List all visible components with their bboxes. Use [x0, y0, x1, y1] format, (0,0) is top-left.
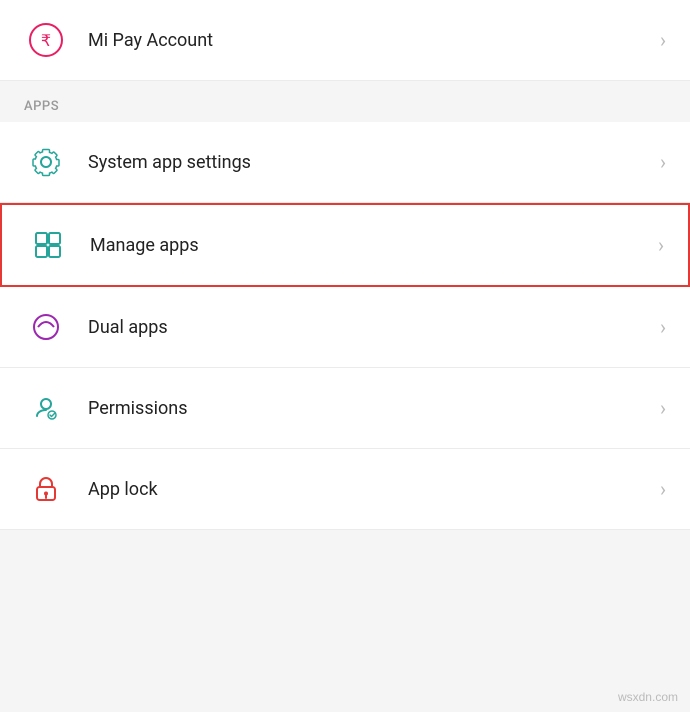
mi-pay-account-item[interactable]: ₹ Mi Pay Account › — [0, 0, 690, 81]
permissions-label: Permissions — [88, 398, 652, 419]
chevron-right-icon: › — [660, 28, 666, 52]
chevron-right-icon: › — [660, 150, 666, 174]
gear-icon — [24, 140, 68, 184]
chevron-right-icon: › — [660, 477, 666, 501]
permissions-icon — [24, 386, 68, 430]
system-app-settings-item[interactable]: System app settings › — [0, 122, 690, 203]
svg-text:₹: ₹ — [41, 33, 51, 50]
system-app-settings-label: System app settings — [88, 152, 652, 173]
chevron-right-icon: › — [660, 315, 666, 339]
watermark: wsxdn.com — [618, 690, 678, 704]
dual-apps-item[interactable]: Dual apps › — [0, 287, 690, 368]
manage-apps-label: Manage apps — [90, 235, 650, 256]
dual-apps-icon — [24, 305, 68, 349]
manage-apps-item[interactable]: Manage apps › — [0, 203, 690, 287]
apps-grid-icon — [26, 223, 70, 267]
settings-list: ₹ Mi Pay Account › APPS System app setti… — [0, 0, 690, 530]
chevron-right-icon: › — [660, 396, 666, 420]
dual-apps-label: Dual apps — [88, 317, 652, 338]
app-lock-label: App lock — [88, 479, 652, 500]
lock-icon — [24, 467, 68, 511]
mi-pay-account-label: Mi Pay Account — [88, 30, 652, 51]
app-lock-item[interactable]: App lock › — [0, 449, 690, 530]
permissions-item[interactable]: Permissions › — [0, 368, 690, 449]
apps-section-header: APPS — [0, 81, 690, 122]
chevron-right-icon: › — [658, 233, 664, 257]
rupee-icon: ₹ — [24, 18, 68, 62]
